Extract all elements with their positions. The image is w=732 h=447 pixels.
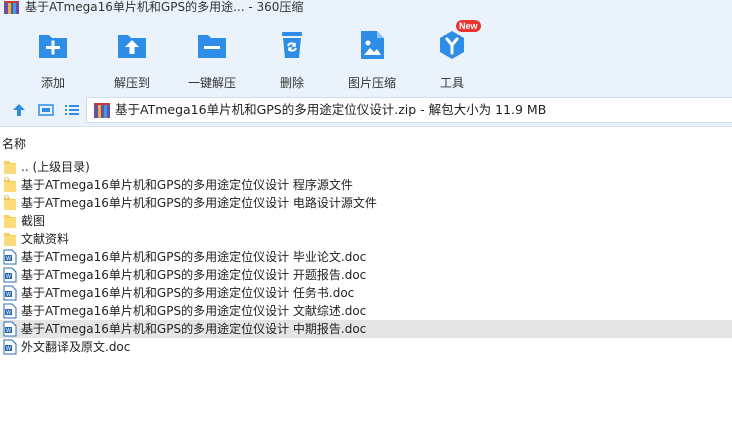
folder-icon [4, 161, 16, 174]
folder-icon [4, 233, 16, 246]
delete-button-label: 删除 [279, 76, 304, 90]
svg-text:W: W [6, 346, 11, 352]
window-title: 基于ATmega16单片机和GPS的多用途... - 360压缩 [25, 0, 304, 14]
file-row[interactable]: W 基于ATmega16单片机和GPS的多用途定位仪设计 文献综述.doc [0, 302, 732, 320]
image-compress-icon [361, 31, 384, 59]
add-icon [39, 35, 67, 58]
row-name: 基于ATmega16单片机和GPS的多用途定位仪设计 文献综述.doc [21, 304, 367, 318]
folder-row[interactable]: 文献资料 [0, 230, 732, 248]
delete-button[interactable]: 删除 [266, 26, 318, 90]
new-badge: New [456, 20, 481, 32]
address-bar-row: 基于ATmega16单片机和GPS的多用途定位仪设计.zip - 解包大小为 1… [0, 93, 732, 127]
row-name: 基于ATmega16单片机和GPS的多用途定位仪设计 电路设计源文件 [21, 196, 377, 210]
archive-path: 基于ATmega16单片机和GPS的多用途定位仪设计.zip - 解包大小为 1… [115, 102, 547, 117]
file-row[interactable]: W 基于ATmega16单片机和GPS的多用途定位仪设计 任务书.doc [0, 284, 732, 302]
column-header-name[interactable]: 名称 [2, 136, 26, 152]
extract-to-icon [118, 35, 146, 58]
list-view-icon[interactable] [64, 102, 80, 118]
word-doc-icon: W [3, 303, 17, 319]
zip-archive-icon [94, 103, 110, 118]
svg-text:W: W [6, 292, 11, 298]
svg-text:W: W [6, 310, 11, 316]
row-name: 基于ATmega16单片机和GPS的多用途定位仪设计 毕业论文.doc [21, 250, 367, 264]
extract-to-button[interactable]: 解压到 [106, 26, 158, 90]
folder-icon [4, 177, 16, 192]
folder-row[interactable]: 截图 [0, 212, 732, 230]
row-name: 基于ATmega16单片机和GPS的多用途定位仪设计 中期报告.doc [21, 322, 367, 336]
word-doc-icon: W [3, 249, 17, 265]
file-list: .. (上级目录) 基于ATmega16单片机和GPS的多用途定位仪设计 程序源文… [0, 158, 732, 356]
toolbar: 添加 解压到 一键解压 删除 图片压缩 New 工具 [0, 16, 732, 93]
svg-text:W: W [6, 328, 11, 334]
extract-to-button-label: 解压到 [113, 76, 150, 90]
add-button[interactable]: 添加 [27, 26, 79, 90]
file-row[interactable]: W 基于ATmega16单片机和GPS的多用途定位仪设计 中期报告.doc [0, 320, 732, 338]
row-name: 截图 [21, 214, 46, 228]
image-compress-button-label: 图片压缩 [347, 76, 396, 90]
file-row[interactable]: W 基于ATmega16单片机和GPS的多用途定位仪设计 毕业论文.doc [0, 248, 732, 266]
title-bar: 基于ATmega16单片机和GPS的多用途... - 360压缩 [0, 0, 732, 16]
folder-row[interactable]: 基于ATmega16单片机和GPS的多用途定位仪设计 程序源文件 [0, 176, 732, 194]
tools-icon [440, 31, 464, 59]
list-header: 名称 [0, 136, 732, 154]
address-box[interactable]: 基于ATmega16单片机和GPS的多用途定位仪设计.zip - 解包大小为 1… [86, 97, 732, 123]
delete-icon [282, 32, 302, 58]
folder-icon [4, 215, 16, 228]
file-row[interactable]: W 基于ATmega16单片机和GPS的多用途定位仪设计 开题报告.doc [0, 266, 732, 284]
image-compress-button[interactable]: 图片压缩 [342, 26, 402, 90]
archive-app-icon [4, 1, 19, 14]
row-name: 基于ATmega16单片机和GPS的多用途定位仪设计 任务书.doc [21, 286, 355, 300]
row-name: 外文翻译及原文.doc [21, 340, 131, 354]
folder-row[interactable]: 基于ATmega16单片机和GPS的多用途定位仪设计 电路设计源文件 [0, 194, 732, 212]
svg-text:W: W [6, 274, 11, 280]
folder-row[interactable]: .. (上级目录) [0, 158, 732, 176]
row-name: 基于ATmega16单片机和GPS的多用途定位仪设计 开题报告.doc [21, 268, 367, 282]
one-click-extract-icon [198, 35, 226, 58]
word-doc-icon: W [3, 285, 17, 301]
word-doc-icon: W [3, 267, 17, 283]
word-doc-icon: W [3, 321, 17, 337]
row-name: 文献资料 [21, 232, 70, 246]
add-button-label: 添加 [40, 76, 65, 90]
up-arrow-icon[interactable] [11, 102, 27, 118]
folder-icon [4, 195, 16, 210]
word-doc-icon: W [3, 339, 17, 355]
file-row[interactable]: W 外文翻译及原文.doc [0, 338, 732, 356]
thumbnail-view-icon[interactable] [38, 102, 54, 118]
one-click-extract-button-label: 一键解压 [187, 76, 236, 90]
one-click-extract-button[interactable]: 一键解压 [182, 26, 242, 90]
tools-button-label: 工具 [439, 76, 464, 90]
row-name: .. (上级目录) [21, 160, 90, 174]
svg-text:W: W [6, 256, 11, 262]
row-name: 基于ATmega16单片机和GPS的多用途定位仪设计 程序源文件 [21, 178, 353, 192]
tools-button[interactable]: New 工具 [426, 20, 481, 90]
